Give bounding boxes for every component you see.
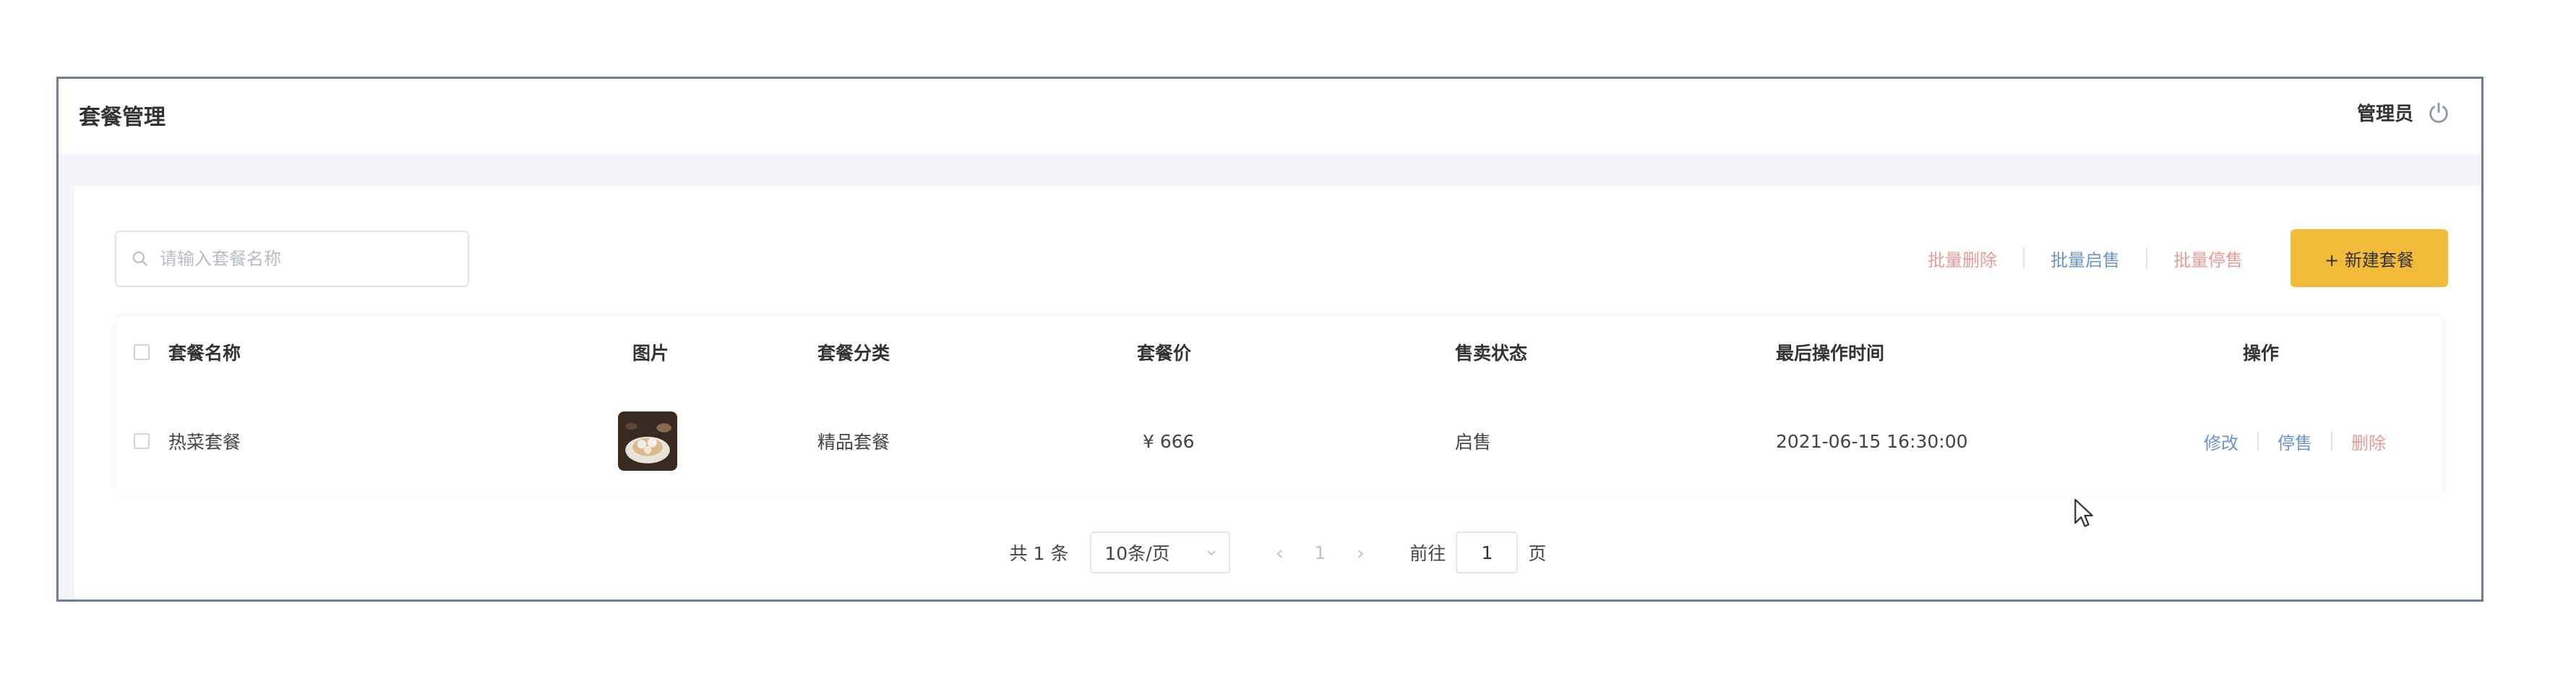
admin-name[interactable]: 管理员: [2357, 99, 2413, 126]
mouse-cursor-icon: [2074, 498, 2093, 527]
table-header: 套餐名称 图片 套餐分类 套餐价 售卖状态 最后操作时间 操作: [116, 316, 2442, 388]
column-header-name: 套餐名称: [168, 343, 241, 364]
dish-thumbnail[interactable]: [618, 411, 677, 471]
combo-status: 启售: [1455, 432, 1492, 453]
page-suffix: 页: [1528, 543, 1547, 564]
toolbar-actions: 批量删除 批量启售 批量停售 + 新建套餐: [1902, 229, 2448, 287]
row-image-cell: [618, 391, 677, 491]
column-header-status: 售卖状态: [1455, 343, 1528, 364]
column-header-category: 套餐分类: [817, 343, 890, 364]
app-window: 套餐管理 管理员 批量删除 批量启售: [56, 77, 2483, 602]
goto-label: 前往: [1409, 543, 1446, 564]
page-size-select[interactable]: 10条/页: [1090, 532, 1231, 573]
combo-name: 热菜套餐: [168, 432, 241, 453]
row-checkbox[interactable]: [134, 433, 150, 449]
content-card: 批量删除 批量启售 批量停售 + 新建套餐 套餐名称 图片 套餐分类 套餐价 售…: [74, 186, 2481, 600]
top-bar: 套餐管理 管理员: [59, 79, 2481, 154]
row-name-cell: 热菜套餐: [134, 391, 241, 491]
search-icon: [131, 249, 150, 268]
column-header-actions: 操作: [2243, 343, 2280, 364]
column-header-image: 图片: [632, 343, 669, 364]
batch-delete-button[interactable]: 批量删除: [1902, 246, 2023, 271]
pagination: 共 1 条 10条/页 ‹ 1 › 前往 页: [74, 532, 2481, 573]
search-box[interactable]: [115, 231, 469, 287]
combo-price: ¥ 666: [1143, 430, 1195, 452]
edit-button[interactable]: 修改: [2185, 429, 2257, 454]
pagination-total: 共 1 条: [1009, 543, 1069, 564]
page-size-value: 10条/页: [1104, 543, 1170, 564]
page-number[interactable]: 1: [1300, 542, 1340, 563]
disable-button[interactable]: 停售: [2259, 429, 2331, 454]
prev-page-button[interactable]: ‹: [1259, 541, 1300, 565]
combo-category: 精品套餐: [817, 432, 890, 453]
row-actions: 修改 停售 删除: [2185, 391, 2405, 491]
search-input[interactable]: [158, 248, 450, 270]
chevron-down-icon: [1207, 550, 1216, 556]
select-all-checkbox[interactable]: [134, 344, 150, 360]
column-header-updated: 最后操作时间: [1776, 343, 1885, 364]
header-name-cell: 套餐名称: [134, 316, 241, 388]
combo-updated-at: 2021-06-15 16:30:00: [1776, 430, 1968, 452]
goto-page-input[interactable]: [1456, 532, 1519, 573]
batch-disable-button[interactable]: 批量停售: [2147, 246, 2269, 271]
page-title: 套餐管理: [79, 105, 166, 130]
table-row: 热菜套餐 精品套餐 ¥ 666 启售 2021-06-15 16:30:00 修…: [116, 391, 2442, 491]
delete-button[interactable]: 删除: [2332, 429, 2405, 454]
batch-enable-button[interactable]: 批量启售: [2025, 246, 2146, 271]
power-icon[interactable]: [2426, 101, 2451, 125]
user-area: 管理员: [2357, 99, 2451, 126]
next-page-button[interactable]: ›: [1340, 541, 1381, 565]
combo-table: 套餐名称 图片 套餐分类 套餐价 售卖状态 最后操作时间 操作 热菜套餐 精品套…: [116, 316, 2442, 495]
column-header-price: 套餐价: [1137, 343, 1192, 364]
new-combo-button[interactable]: + 新建套餐: [2291, 229, 2448, 287]
